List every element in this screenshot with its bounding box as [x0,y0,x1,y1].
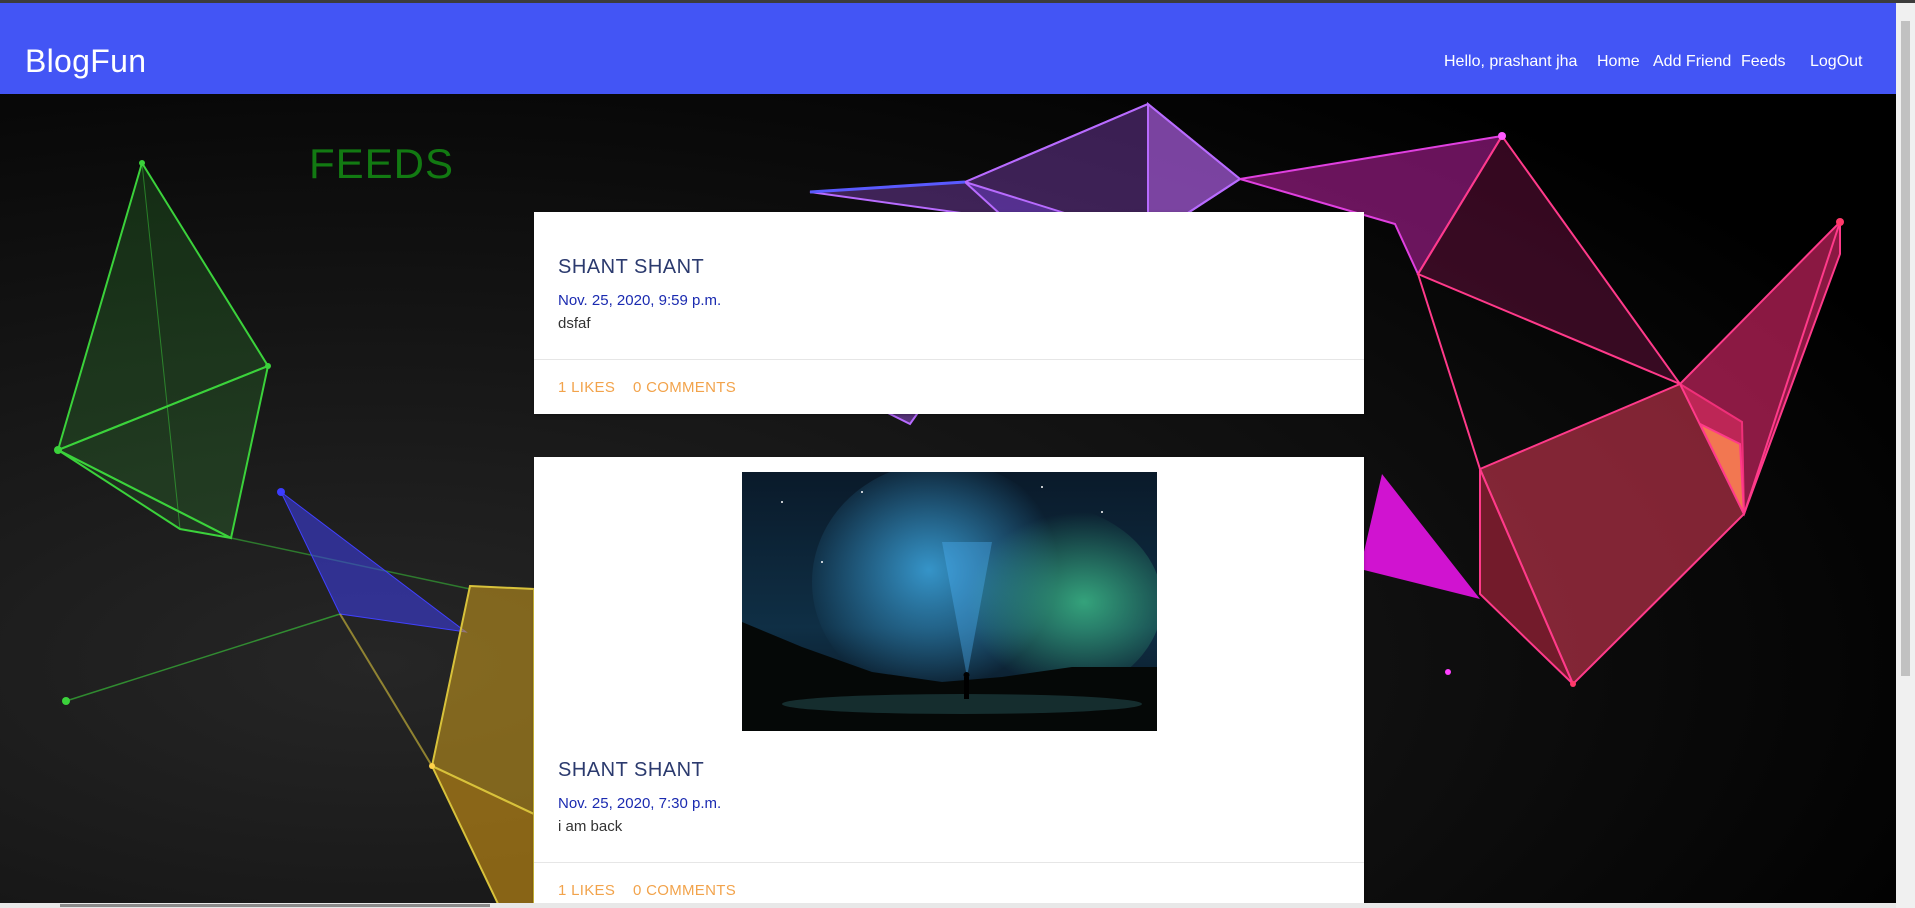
brand-logo[interactable]: BlogFun [25,43,146,80]
nav-add-friend-link[interactable]: Add Friend [1653,53,1731,71]
scrollbar-thumb[interactable] [60,904,490,907]
nav-feeds-link[interactable]: Feeds [1741,53,1785,71]
likes-link[interactable]: 1 LIKES [558,379,615,396]
post-date: Nov. 25, 2020, 9:59 p.m. [558,292,722,309]
post-text: i am back [558,818,623,835]
card-divider [534,359,1364,360]
vertical-scrollbar[interactable] [1896,3,1915,908]
card-divider [534,862,1364,863]
aurora-image [742,472,1157,731]
user-greeting: Hello, prashant jha [1444,53,1578,70]
navbar: BlogFun Hello, prashant jha Home Add Fri… [0,3,1896,94]
likes-link[interactable]: 1 LIKES [558,882,615,899]
post-image [742,472,1157,731]
scrollbar-thumb[interactable] [1901,21,1910,676]
page-title: FEEDS [309,140,455,187]
post-date: Nov. 25, 2020, 7:30 p.m. [558,795,722,812]
nav-logout-link[interactable]: LogOut [1810,53,1862,71]
post-author[interactable]: SHANT SHANT [558,759,704,782]
comments-link[interactable]: 0 COMMENTS [633,882,736,899]
horizontal-scrollbar[interactable] [0,903,1896,908]
post-card: SHANT SHANT Nov. 25, 2020, 7:30 p.m. i a… [534,457,1364,908]
post-author[interactable]: SHANT SHANT [558,256,704,279]
post-card: SHANT SHANT Nov. 25, 2020, 9:59 p.m. dsf… [534,212,1364,414]
nav-home-link[interactable]: Home [1597,53,1640,71]
comments-link[interactable]: 0 COMMENTS [633,379,736,396]
post-text: dsfaf [558,315,591,332]
